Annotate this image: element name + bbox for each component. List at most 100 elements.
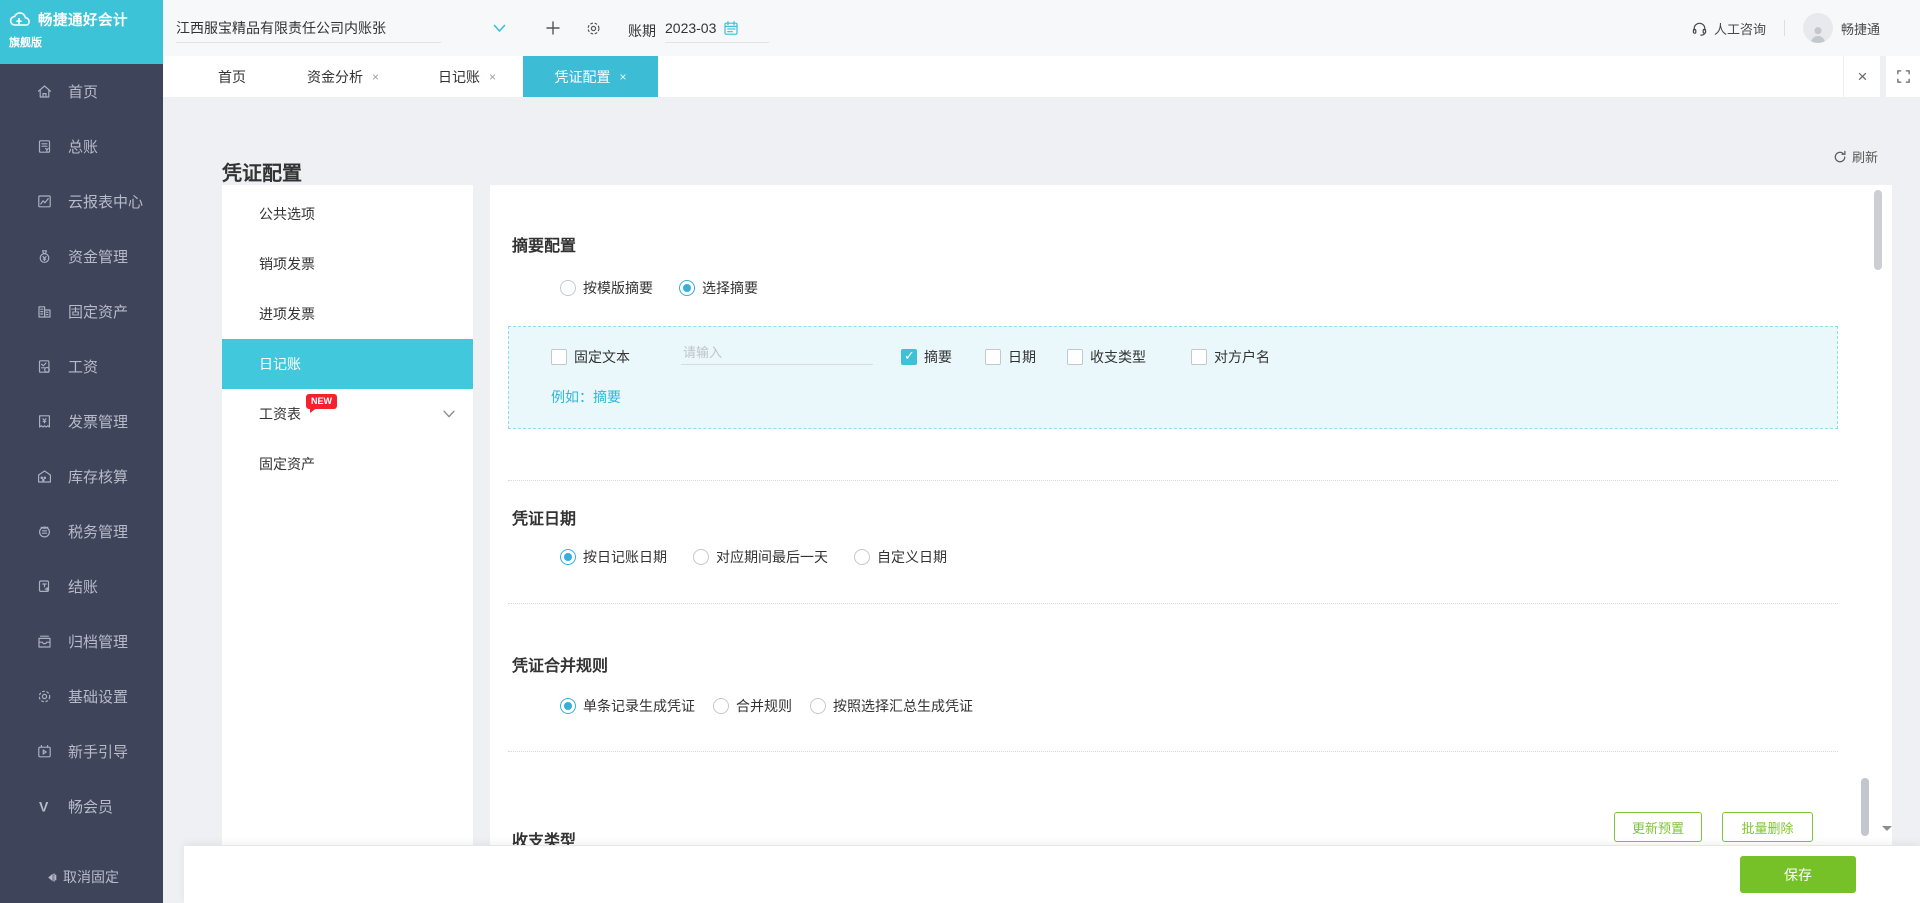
checkbox-icon[interactable] — [1067, 349, 1083, 365]
brand-title: 畅捷通好会计 — [38, 13, 128, 29]
scrollbar-thumb[interactable] — [1874, 190, 1882, 270]
sidebar-item-salary[interactable]: 工资 — [0, 339, 163, 394]
sidebar-item-cloud-reports[interactable]: 云报表中心 — [0, 174, 163, 229]
checkbox-icon[interactable] — [551, 349, 567, 365]
sidebar-item-inventory[interactable]: 库存核算 — [0, 449, 163, 504]
tab-close-icon[interactable]: × — [489, 70, 496, 84]
sidebar-item-funds[interactable]: 资金管理 — [0, 229, 163, 284]
radio-template-summary[interactable]: 按模版摘要 — [560, 278, 653, 298]
sidebar-item-guide[interactable]: 新手引导 — [0, 724, 163, 779]
divider — [508, 603, 1838, 604]
voucher-date-radio-group: 按日记账日期 对应期间最后一天 自定义日期 — [560, 547, 947, 567]
radio-icon[interactable] — [854, 549, 870, 565]
checkbox-icon[interactable] — [1191, 349, 1207, 365]
submenu-item-purchase-invoice[interactable]: 进项发票 — [222, 289, 473, 339]
username[interactable]: 畅捷通 — [1841, 19, 1880, 38]
sidebar-item-archive[interactable]: 归档管理 — [0, 614, 163, 669]
radio-icon-checked[interactable] — [560, 698, 576, 714]
config-submenu: 公共选项 销项发票 进项发票 日记账 工资表 NEW 固定资产 — [222, 185, 473, 845]
voucher-config-form: 摘要配置 按模版摘要 选择摘要 固定文本 摘要 日期 收支类型 — [490, 185, 1892, 845]
sidebar-item-member[interactable]: V 畅会员 — [0, 779, 163, 834]
summary-options-panel: 固定文本 摘要 日期 收支类型 对方户名 例如：摘要 — [508, 326, 1838, 429]
sidebar-item-settings[interactable]: 基础设置 — [0, 669, 163, 724]
user-icon — [1811, 27, 1825, 43]
scrollbar-down-arrow[interactable] — [1882, 826, 1892, 836]
tab-voucher-config[interactable]: 凭证配置 × — [523, 56, 658, 97]
tab-close-icon[interactable]: × — [372, 70, 379, 84]
checkbox-icon[interactable] — [985, 349, 1001, 365]
checkbox-counterparty-name[interactable]: 对方户名 — [1191, 347, 1270, 367]
archive-icon — [38, 635, 51, 648]
close-all-tabs-button[interactable]: × — [1843, 56, 1881, 97]
cloud-report-icon — [38, 195, 51, 208]
chevron-down-icon[interactable] — [493, 24, 506, 33]
summary-radio-group: 按模版摘要 选择摘要 — [560, 278, 758, 298]
gear-icon[interactable] — [585, 20, 602, 37]
submenu-item-salary-sheet[interactable]: 工资表 NEW — [222, 389, 473, 439]
fullscreen-icon — [1896, 70, 1910, 83]
fixed-text-input[interactable] — [681, 341, 873, 365]
tab-journal[interactable]: 日记账 × — [438, 56, 496, 97]
avatar[interactable] — [1802, 13, 1833, 43]
fixed-text-input-wrap — [681, 341, 873, 365]
radio-period-last-day[interactable]: 对应期间最后一天 — [693, 547, 828, 567]
radio-icon[interactable] — [560, 280, 576, 296]
fullscreen-button[interactable] — [1886, 56, 1920, 97]
checkbox-fixed-text[interactable]: 固定文本 — [551, 347, 630, 367]
radio-icon[interactable] — [810, 698, 826, 714]
sidebar-item-home[interactable]: 首页 — [0, 64, 163, 119]
salary-icon — [38, 360, 50, 373]
save-button[interactable]: 保存 — [1740, 856, 1856, 893]
sidebar-item-fixed-assets[interactable]: 固定资产 — [0, 284, 163, 339]
tab-funds-analysis[interactable]: 资金分析 × — [307, 56, 379, 97]
radio-merge-rule[interactable]: 合并规则 — [713, 696, 792, 716]
company-selector[interactable]: 江西服宝精品有限责任公司内账张 — [176, 14, 441, 43]
tab-close-icon[interactable]: × — [619, 70, 626, 84]
radio-single-record[interactable]: 单条记录生成凭证 — [560, 696, 695, 716]
radio-icon[interactable] — [693, 549, 709, 565]
tab-home[interactable]: 首页 — [218, 56, 246, 97]
checkbox-summary[interactable]: 摘要 — [901, 347, 952, 367]
chevron-down-icon[interactable] — [443, 410, 455, 418]
member-v-icon: V — [39, 799, 49, 815]
live-support-button[interactable]: 人工咨询 — [1691, 19, 1766, 38]
invoice-icon — [39, 415, 50, 428]
radio-icon[interactable] — [713, 698, 729, 714]
refresh-button[interactable]: 刷新 — [1833, 147, 1878, 166]
sidebar-item-tax[interactable]: 税务管理 — [0, 504, 163, 559]
submenu-item-fixed-assets[interactable]: 固定资产 — [222, 439, 473, 489]
merge-rule-radio-group: 单条记录生成凭证 合并规则 按照选择汇总生成凭证 — [560, 696, 973, 716]
submenu-item-journal[interactable]: 日记账 — [222, 339, 473, 389]
headset-icon — [1692, 22, 1707, 36]
tab-bar: 首页 资金分析 × 日记账 × 凭证配置 × × — [163, 56, 1920, 97]
ledger-icon — [38, 140, 51, 153]
checkbox-income-expense-type[interactable]: 收支类型 — [1067, 347, 1146, 367]
brand-logo: 畅捷通好会计 旗舰版 — [0, 0, 163, 64]
company-name: 江西服宝精品有限责任公司内账张 — [176, 20, 386, 36]
radio-icon-checked[interactable] — [679, 280, 695, 296]
submenu-item-sales-invoice[interactable]: 销项发票 — [222, 239, 473, 289]
radio-journal-date[interactable]: 按日记账日期 — [560, 547, 667, 567]
radio-summarize-by-selection[interactable]: 按照选择汇总生成凭证 — [810, 696, 973, 716]
batch-delete-button[interactable]: 批量删除 — [1722, 812, 1813, 842]
sidebar-item-closing[interactable]: 结账 — [0, 559, 163, 614]
checkbox-icon-checked[interactable] — [901, 348, 917, 365]
period-picker[interactable]: 2023-03 — [665, 14, 769, 43]
sidebar-unpin-button[interactable]: 取消固定 — [0, 861, 163, 893]
radio-custom-date[interactable]: 自定义日期 — [854, 547, 947, 567]
brand-edition: 旗舰版 — [9, 37, 42, 49]
sidebar-item-invoice[interactable]: 发票管理 — [0, 394, 163, 449]
scrollbar-thumb[interactable] — [1861, 778, 1869, 836]
sidebar-item-general-ledger[interactable]: 总账 — [0, 119, 163, 174]
radio-icon-checked[interactable] — [560, 549, 576, 565]
add-account-icon[interactable] — [545, 20, 561, 36]
page-title: 凭证配置 — [222, 163, 302, 186]
update-preset-button[interactable]: 更新预置 — [1614, 812, 1702, 842]
period-label: 账期 — [628, 23, 656, 39]
section-title-income-type: 收支类型 — [512, 833, 577, 845]
checkbox-date[interactable]: 日期 — [985, 347, 1036, 367]
radio-select-summary[interactable]: 选择摘要 — [679, 278, 758, 298]
submenu-item-common-options[interactable]: 公共选项 — [222, 189, 473, 239]
home-icon — [37, 85, 52, 98]
refresh-icon — [1834, 150, 1846, 162]
